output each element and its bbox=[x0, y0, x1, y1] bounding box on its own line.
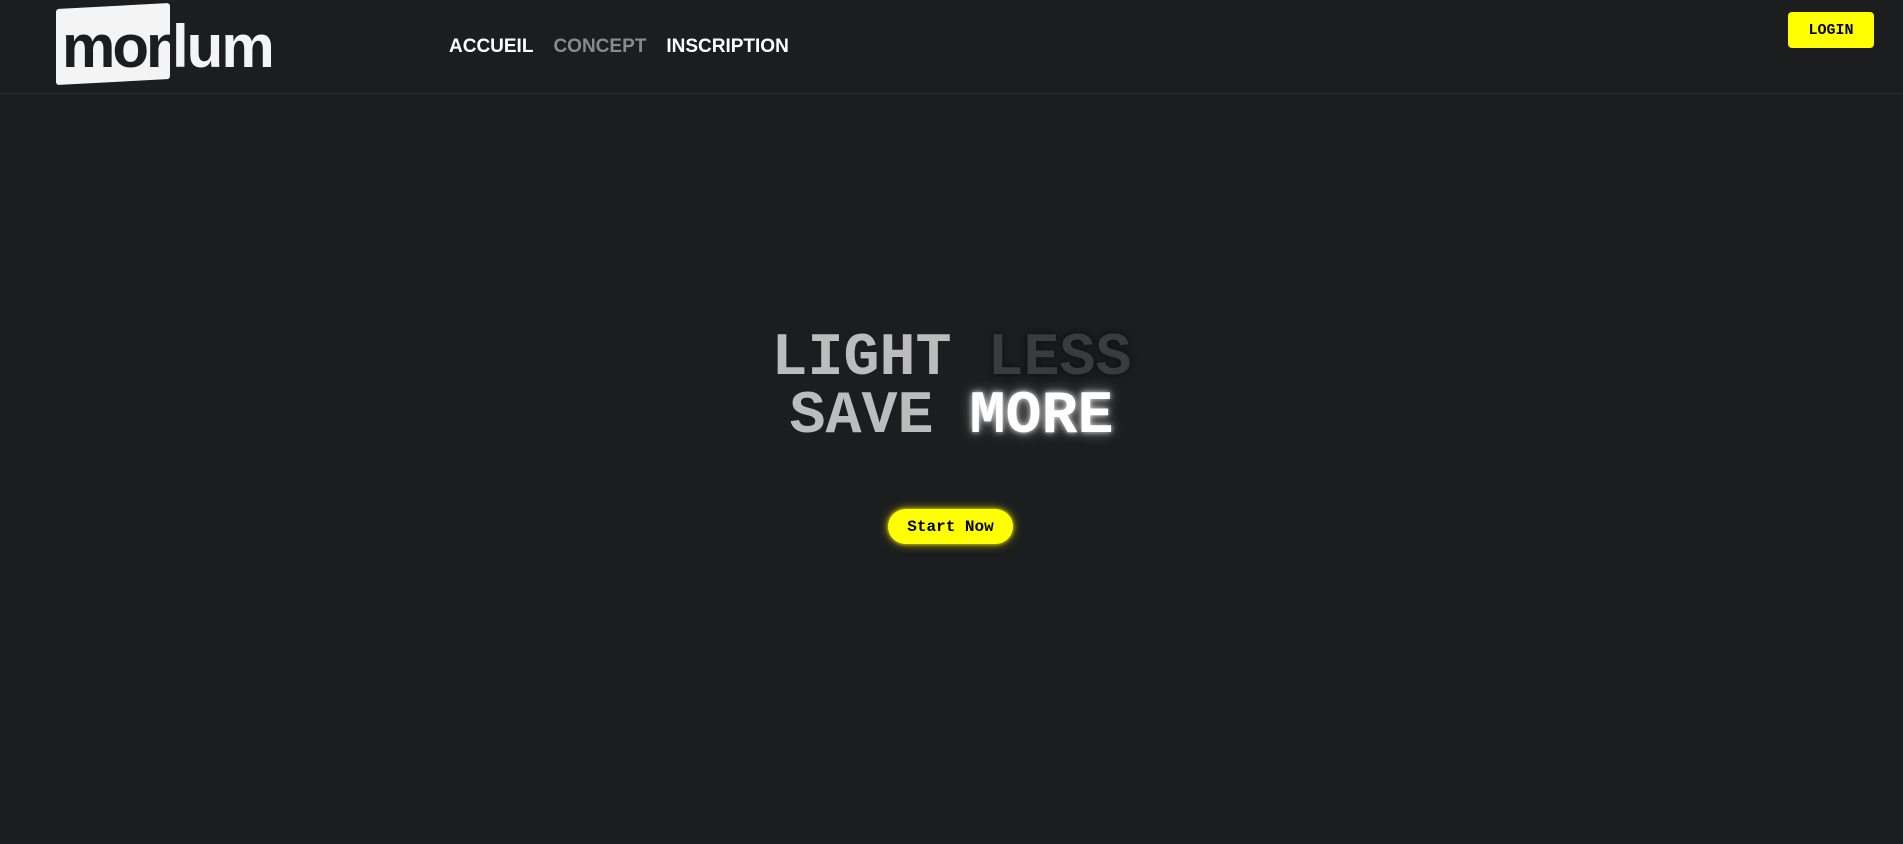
nav-accueil[interactable]: ACCUEIL bbox=[449, 36, 533, 58]
login-button[interactable]: LOGIN bbox=[1788, 12, 1874, 48]
hero-word-more: MORE bbox=[969, 383, 1114, 451]
nav-concept[interactable]: CONCEPT bbox=[553, 36, 646, 58]
logo-text-lum: lum bbox=[172, 13, 275, 80]
start-now-button[interactable]: Start Now bbox=[888, 509, 1013, 544]
main-nav: ACCUEIL CONCEPT INSCRIPTION bbox=[449, 36, 789, 58]
hero-line-2: SAVE MORE bbox=[0, 387, 1903, 447]
hero-line-1: LIGHT LESS bbox=[0, 329, 1903, 389]
hero-headline: LIGHT LESS SAVE MORE bbox=[0, 329, 1903, 447]
hero-word-save: SAVE bbox=[789, 383, 934, 451]
monilum-logo[interactable]: moni lum bbox=[56, 3, 276, 86]
site-header: moni lum ACCUEIL CONCEPT INSCRIPTION LOG… bbox=[0, 0, 1903, 94]
nav-inscription[interactable]: INSCRIPTION bbox=[666, 36, 788, 58]
